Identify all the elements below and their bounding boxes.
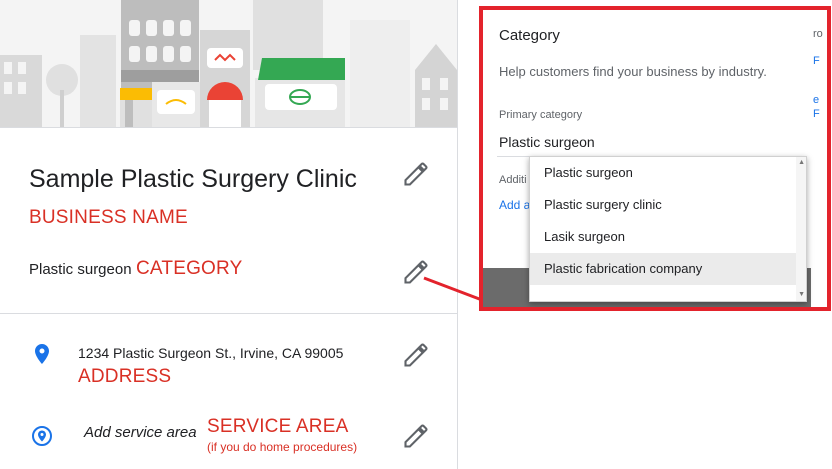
edit-address-icon[interactable] — [402, 341, 430, 369]
section-divider — [0, 313, 457, 314]
category-suggestions-dropdown: Plastic surgeon Plastic surgery clinic L… — [529, 156, 807, 302]
dropdown-scrollbar[interactable]: ▲ ▼ — [796, 157, 806, 301]
scroll-up-icon[interactable]: ▲ — [798, 159, 805, 167]
hero-divider — [0, 127, 457, 128]
category-dialog-highlight-frame: ro F e F Category Help customers find yo… — [479, 6, 831, 311]
primary-category-label: Primary category — [499, 109, 583, 121]
business-name-block: Sample Plastic Surgery Clinic BUSINESS N… — [29, 161, 369, 236]
category-row: Plastic surgeon CATEGORY — [29, 258, 243, 280]
dropdown-option[interactable]: Lasik surgeon — [530, 221, 790, 253]
add-service-area-link[interactable]: Add service area — [84, 424, 197, 441]
service-area-icon — [32, 426, 52, 446]
address-value: 1234 Plastic Surgeon St., Irvine, CA 990… — [78, 345, 344, 361]
primary-category-input[interactable] — [497, 128, 731, 157]
additional-categories-label: Additi — [499, 174, 527, 186]
business-name: Sample Plastic Surgery Clinic — [29, 165, 357, 193]
dialog-title: Category — [499, 27, 560, 44]
category-value: Plastic surgeon — [29, 261, 132, 278]
dropdown-option[interactable]: Plastic surgery clinic — [530, 189, 790, 221]
service-area-annotation: SERVICE AREA — [207, 416, 349, 437]
dialog-help-text: Help customers find your business by ind… — [499, 64, 767, 79]
address-annotation: ADDRESS — [78, 366, 172, 387]
dropdown-option[interactable]: Plastic surgeon — [530, 157, 790, 189]
dropdown-option-highlighted[interactable]: Plastic fabrication company — [530, 253, 796, 285]
add-category-link[interactable]: Add a — [499, 198, 530, 212]
edit-business-name-icon[interactable] — [402, 160, 430, 188]
service-area-note: (if you do home procedures) — [207, 440, 358, 454]
category-annotation: CATEGORY — [136, 258, 243, 279]
background-page-edge: ro F e F — [811, 10, 827, 307]
business-name-annotation: BUSINESS NAME — [29, 207, 188, 228]
scroll-down-icon[interactable]: ▼ — [798, 291, 805, 299]
location-pin-icon — [35, 344, 49, 364]
storefront-illustration — [0, 0, 457, 127]
edit-service-area-icon[interactable] — [402, 422, 430, 450]
business-profile-card: Sample Plastic Surgery Clinic BUSINESS N… — [0, 0, 458, 469]
edit-category-icon[interactable] — [402, 258, 430, 286]
